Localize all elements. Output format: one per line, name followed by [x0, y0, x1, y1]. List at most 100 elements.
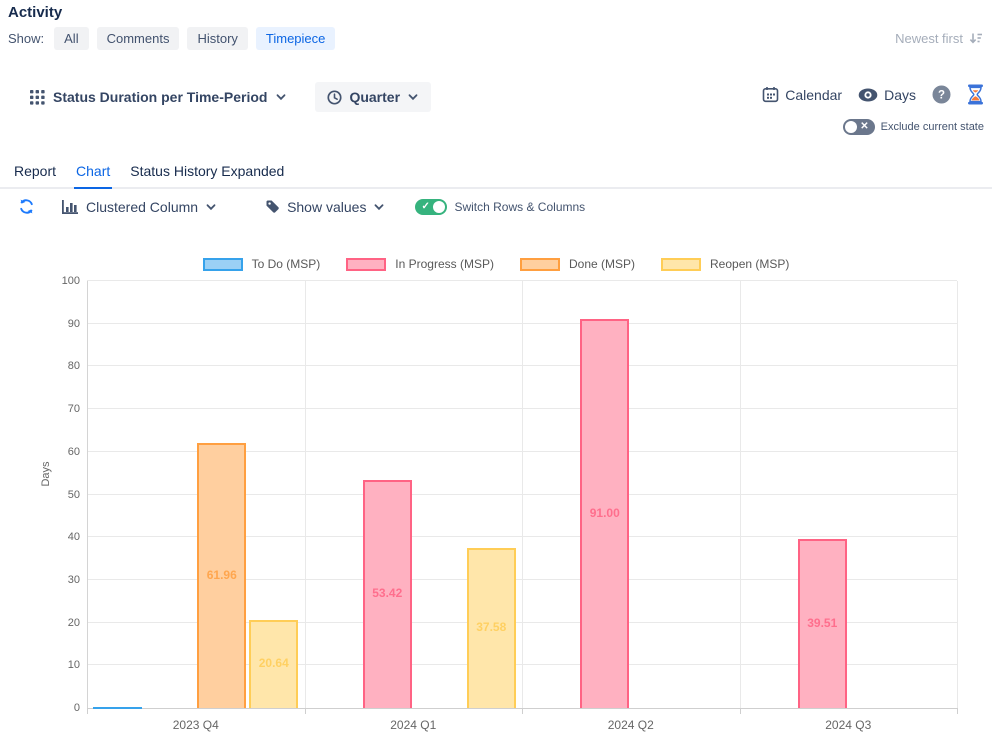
question-circle-icon: ?	[932, 85, 951, 104]
legend-item[interactable]: In Progress (MSP)	[346, 257, 494, 271]
show-label: Show:	[8, 31, 44, 46]
tab-report[interactable]: Report	[12, 159, 58, 189]
refresh-button[interactable]	[18, 198, 35, 215]
axis-tick	[740, 708, 741, 714]
bar-value-label: 37.58	[467, 620, 516, 634]
calendar-label: Calendar	[785, 87, 842, 103]
chart-legend: To Do (MSP) In Progress (MSP) Done (MSP) Re…	[0, 257, 992, 271]
legend-swatch	[661, 258, 701, 271]
legend-item[interactable]: Done (MSP)	[520, 257, 635, 271]
y-tick-label: 70	[20, 403, 80, 415]
view-tabs: Report Chart Status History Expanded	[0, 159, 992, 189]
timepiece-hourglass-button[interactable]	[967, 84, 984, 105]
activity-panel: Activity Show: All Comments History Time…	[0, 0, 992, 745]
bar-value-label: 91.00	[580, 506, 629, 520]
legend-item[interactable]: To Do (MSP)	[203, 257, 321, 271]
show-values-dropdown[interactable]: Show values	[265, 199, 385, 215]
filter-timepiece-button[interactable]: Timepiece	[256, 27, 335, 50]
eye-icon	[858, 88, 878, 102]
legend-swatch	[203, 258, 243, 271]
chevron-down-icon	[373, 201, 385, 213]
y-tick-label: 100	[20, 275, 80, 287]
axis-tick	[957, 708, 958, 714]
y-tick-label: 50	[20, 489, 80, 501]
sort-order-label: Newest first	[895, 31, 963, 46]
y-tick-label: 20	[20, 617, 80, 629]
switch-rows-columns-label: Switch Rows & Columns	[454, 200, 585, 214]
status-duration-chart: To Do (MSP) In Progress (MSP) Done (MSP) Re…	[0, 253, 992, 745]
svg-text:?: ?	[938, 90, 945, 102]
toolbar-right-cluster: Calendar Days ?	[762, 84, 984, 105]
bar-value-label: 20.64	[249, 656, 298, 670]
period-dropdown[interactable]: Quarter	[315, 82, 431, 112]
filter-history-button[interactable]: History	[187, 27, 247, 50]
report-type-label: Status Duration per Time-Period	[53, 89, 267, 105]
chart-controls-bar: Clustered Column Show values ✓ Switch Ro…	[18, 198, 585, 215]
page-title: Activity	[8, 4, 62, 21]
sort-order-control[interactable]: Newest first	[895, 30, 984, 46]
activity-filter-bar: Show: All Comments History Timepiece	[8, 27, 335, 50]
display-unit-button[interactable]: Days	[858, 87, 916, 103]
legend-label: Done (MSP)	[569, 257, 635, 271]
chart-type-label: Clustered Column	[86, 199, 198, 215]
y-tick-label: 30	[20, 574, 80, 586]
legend-label: Reopen (MSP)	[710, 257, 789, 271]
y-tick-label: 90	[20, 318, 80, 330]
calendar-icon	[762, 86, 779, 103]
x-tick-label: 2024 Q1	[353, 718, 473, 732]
gridline-v	[957, 281, 958, 708]
switch-rows-columns-toggle[interactable]: ✓	[415, 199, 447, 215]
x-tick-label: 2024 Q2	[571, 718, 691, 732]
filter-comments-button[interactable]: Comments	[97, 27, 180, 50]
report-type-dropdown[interactable]: Status Duration per Time-Period	[30, 89, 287, 105]
axis-tick	[305, 708, 306, 714]
plot-area: 01020304050607080901002023 Q42024 Q12024…	[87, 281, 957, 708]
toggle-knob	[845, 121, 857, 133]
show-values-label: Show values	[287, 199, 366, 215]
bar[interactable]	[93, 707, 142, 709]
gridline-v	[522, 281, 523, 708]
legend-label: In Progress (MSP)	[395, 257, 494, 271]
refresh-icon	[18, 198, 35, 215]
gridline-v	[87, 281, 88, 708]
bar-value-label: 53.42	[363, 586, 412, 600]
clock-icon	[327, 90, 342, 105]
tag-icon	[265, 199, 280, 214]
axis-tick	[87, 708, 88, 714]
exclude-current-state-control: ✕ Exclude current state	[843, 119, 984, 135]
chevron-down-icon	[275, 91, 287, 103]
bar-value-label: 39.51	[798, 616, 847, 630]
calendar-mode-button[interactable]: Calendar	[762, 86, 842, 103]
toggle-check-icon: ✓	[421, 200, 429, 214]
period-label: Quarter	[349, 89, 400, 105]
gridline-v	[305, 281, 306, 708]
filter-all-button[interactable]: All	[54, 27, 88, 50]
legend-swatch	[346, 258, 386, 271]
switch-rows-columns-control: ✓ Switch Rows & Columns	[415, 199, 585, 215]
legend-swatch	[520, 258, 560, 271]
chevron-down-icon	[205, 201, 217, 213]
toggle-knob	[433, 201, 445, 213]
exclude-current-state-toggle[interactable]: ✕	[843, 119, 875, 135]
legend-label: To Do (MSP)	[252, 257, 321, 271]
bar-chart-icon	[61, 199, 79, 215]
help-button[interactable]: ?	[932, 85, 951, 104]
report-toolbar: Status Duration per Time-Period Quarter	[30, 82, 431, 112]
toggle-x-icon: ✕	[860, 120, 868, 134]
chart-type-dropdown[interactable]: Clustered Column	[61, 199, 217, 215]
unit-label: Days	[884, 87, 916, 103]
y-tick-label: 10	[20, 659, 80, 671]
tab-chart[interactable]: Chart	[74, 159, 112, 189]
axis-tick	[522, 708, 523, 714]
y-tick-label: 0	[20, 702, 80, 714]
legend-item[interactable]: Reopen (MSP)	[661, 257, 789, 271]
tab-status-history-expanded[interactable]: Status History Expanded	[128, 159, 286, 189]
y-tick-label: 60	[20, 446, 80, 458]
hourglass-icon	[967, 84, 984, 105]
x-tick-label: 2024 Q3	[788, 718, 908, 732]
exclude-current-state-label: Exclude current state	[881, 121, 984, 133]
x-tick-label: 2023 Q4	[136, 718, 256, 732]
y-tick-label: 40	[20, 531, 80, 543]
y-tick-label: 80	[20, 360, 80, 372]
gridline-v	[740, 281, 741, 708]
